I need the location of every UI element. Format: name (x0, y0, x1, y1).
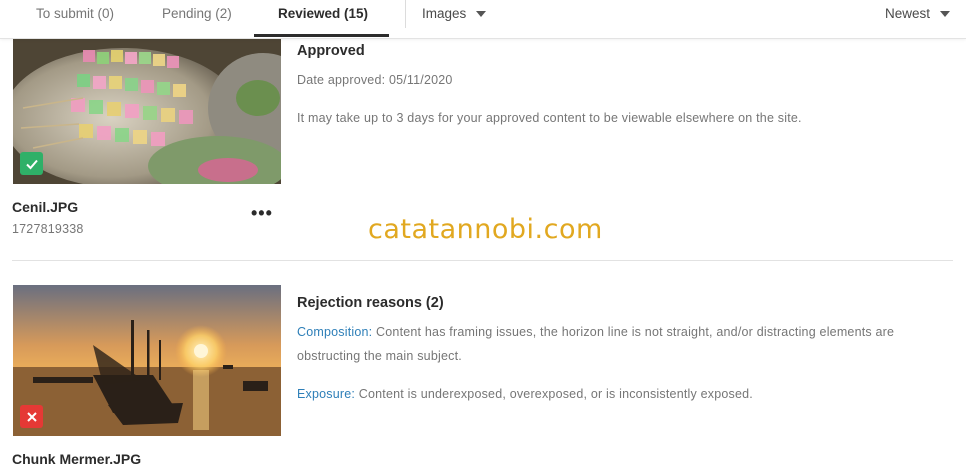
file-name: Chunk Mermer.JPG (12, 451, 142, 467)
approval-note: It may take up to 3 days for your approv… (297, 111, 802, 125)
reason-category-link[interactable]: Exposure: (297, 387, 355, 401)
chevron-down-icon (940, 11, 951, 18)
sunset-boat-photo (13, 285, 281, 436)
media-type-dropdown[interactable]: Images (422, 0, 487, 28)
rejection-heading: Rejection reasons (2) (297, 295, 444, 311)
reviewed-tab-bar: To submit (0) Pending (2) Reviewed (15) … (0, 0, 966, 39)
content-thumbnail[interactable] (13, 285, 281, 436)
reason-category-link[interactable]: Composition: (297, 325, 372, 339)
reason-description: Content has framing issues, the horizon … (297, 325, 895, 363)
sort-dropdown[interactable]: Newest (885, 0, 951, 28)
toolbar-divider (405, 0, 406, 28)
check-icon (25, 159, 38, 169)
item-separator (12, 260, 953, 261)
more-horizontal-icon[interactable]: ••• (251, 203, 273, 224)
sort-label: Newest (885, 6, 931, 21)
tab-reviewed[interactable]: Reviewed (15) (278, 0, 368, 38)
x-icon (26, 411, 37, 422)
rejected-status-badge (20, 405, 43, 428)
active-tab-indicator (254, 34, 389, 37)
reason-description: Content is underexposed, overexposed, or… (355, 387, 753, 401)
rejection-reason-exposure: Exposure: Content is underexposed, overe… (297, 382, 937, 406)
rejection-reason-composition: Composition: Content has framing issues,… (297, 320, 937, 368)
tab-pending[interactable]: Pending (2) (162, 0, 232, 38)
food-photo (13, 38, 281, 184)
file-name: Cenil.JPG (12, 199, 79, 215)
file-id: 1727819338 (12, 222, 84, 236)
watermark-text: catatannobi.com (368, 214, 603, 245)
date-approved: Date approved: 05/11/2020 (297, 73, 453, 87)
tab-to-submit[interactable]: To submit (0) (36, 0, 114, 38)
review-status-heading: Approved (297, 43, 365, 59)
approved-status-badge (20, 152, 43, 175)
chevron-down-icon (476, 11, 487, 18)
content-thumbnail[interactable] (13, 38, 281, 184)
media-type-label: Images (422, 6, 467, 21)
